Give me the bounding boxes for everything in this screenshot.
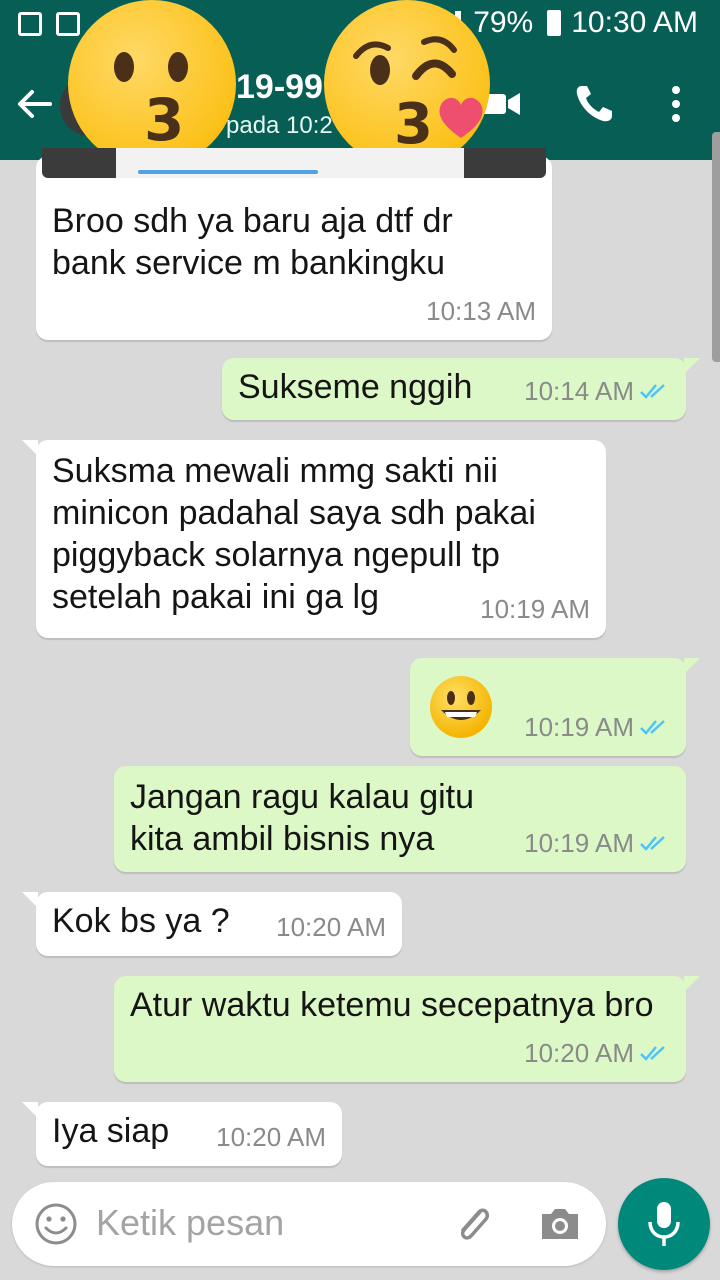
double-check-icon [640, 1046, 665, 1061]
double-check-icon [640, 720, 665, 735]
message-time: 10:20 AM [216, 1122, 326, 1152]
message-time: 10:20 AM [524, 1032, 670, 1074]
last-seen: pada 10:2 [226, 112, 333, 139]
message-time: 10:13 AM [426, 296, 536, 326]
message-incoming[interactable]: Iya siap 10:20 AM [22, 1102, 342, 1166]
more-options-icon[interactable] [652, 80, 700, 128]
image-preview[interactable] [42, 148, 546, 178]
message-time: 10:19 AM [524, 706, 670, 748]
mic-icon [648, 1202, 680, 1246]
status-time: 10:30 AM [571, 6, 698, 39]
message-incoming[interactable]: Kok bs ya ? 10:20 AM [22, 892, 402, 956]
message-outgoing[interactable]: Jangan ragu kalau gitu kita ambil bisnis… [114, 766, 686, 872]
message-text: Iya siap [52, 1112, 170, 1150]
message-outgoing[interactable]: 😀 10:19 AM [410, 658, 700, 756]
message-outgoing[interactable]: Sukseme nggih 10:14 AM [222, 358, 700, 420]
photo-notification-icon [56, 12, 80, 36]
kiss-emoji-icon: 3 [68, 0, 236, 168]
gallery-notification-icon [18, 12, 42, 36]
message-incoming[interactable]: Broo sdh ya baru aja dtf dr bank service… [36, 148, 552, 340]
message-input[interactable]: Ketik pesan [96, 1202, 284, 1244]
message-text: Atur waktu ketemu secepatnya bro [130, 986, 654, 1024]
message-outgoing[interactable]: Atur waktu ketemu secepatnya bro 10:20 A… [114, 976, 700, 1082]
message-time: 10:19 AM [524, 822, 670, 864]
emoji-icon[interactable] [34, 1202, 78, 1246]
message-text: Jangan ragu kalau gitu kita ambil bisnis… [130, 778, 475, 858]
contact-name[interactable]: 19-99 [236, 68, 323, 107]
chat-header: 79% 10:30 AM 19-99 pada 10:2 3 3 [0, 0, 720, 168]
message-incoming[interactable]: Suksma mewali mmg sakti nii minicon pada… [22, 440, 606, 638]
message-text: Broo sdh ya baru aja dtf dr bank service… [52, 202, 453, 282]
battery-percent: 79% [473, 6, 534, 39]
message-time: 10:20 AM [276, 912, 386, 942]
back-arrow-icon[interactable] [14, 84, 54, 124]
double-check-icon [640, 836, 665, 851]
phone-icon[interactable] [570, 80, 618, 128]
message-text: Sukseme nggih [238, 368, 473, 406]
camera-icon[interactable] [536, 1200, 584, 1248]
voice-record-button[interactable] [618, 1178, 710, 1270]
message-time: 10:14 AM [524, 370, 670, 412]
message-composer[interactable]: Ketik pesan [12, 1182, 606, 1266]
message-time: 10:19 AM [480, 594, 590, 624]
attachment-icon[interactable] [448, 1200, 496, 1248]
grinning-emoji-icon [430, 676, 492, 738]
scrollbar[interactable] [712, 132, 720, 362]
double-check-icon [640, 384, 665, 399]
message-text: Kok bs ya ? [52, 902, 230, 940]
battery-icon [547, 10, 562, 36]
blowing-kiss-emoji-icon: 3 [324, 0, 490, 168]
